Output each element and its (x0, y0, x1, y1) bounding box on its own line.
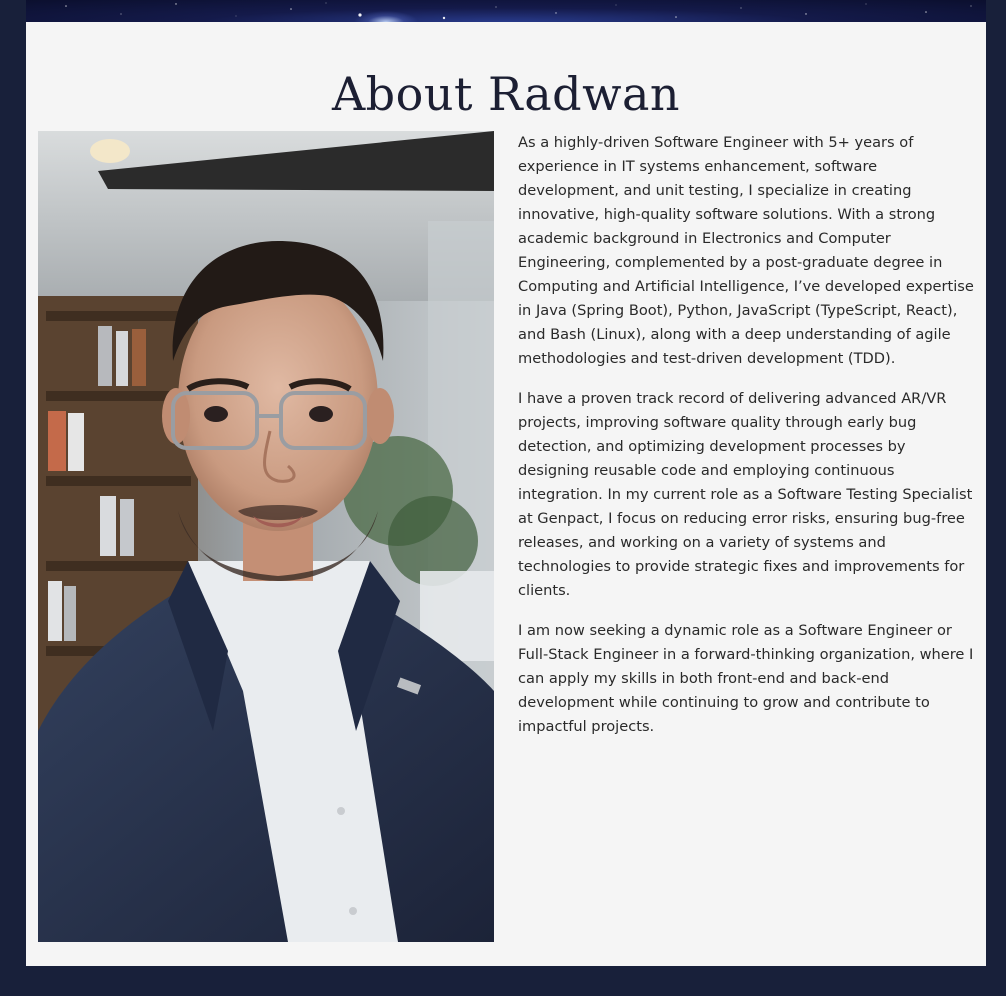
bio-paragraph-2: I have a proven track record of deliveri… (518, 390, 973, 599)
bio-paragraph-3: I am now seeking a dynamic role as a Sof… (518, 622, 974, 735)
starfield-banner (26, 0, 986, 22)
portrait-illustration (38, 131, 494, 942)
bio-paragraph-1: As a highly-driven Software Engineer wit… (518, 134, 974, 367)
page-title: About Radwan (331, 67, 681, 121)
bio-text: As a highly-driven Software Engineer wit… (518, 131, 978, 755)
stars-decoration (65, 2, 972, 20)
profile-photo (38, 131, 494, 942)
about-section: About Radwan As a highly-driven Software… (26, 22, 986, 966)
